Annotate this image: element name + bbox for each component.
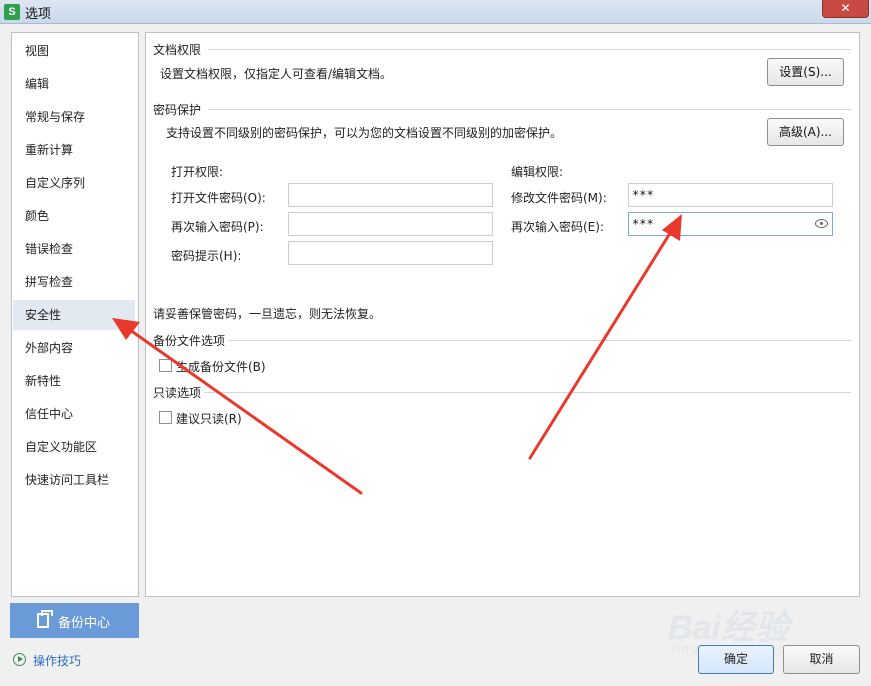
- close-button[interactable]: ✕: [822, 0, 869, 18]
- password-hint-label: 密码提示(H):: [171, 249, 242, 263]
- edit-reenter-input[interactable]: ***: [628, 212, 833, 236]
- modify-password-label: 修改文件密码(M):: [511, 191, 607, 205]
- security-panel: 文档权限 设置文档权限，仅指定人可查看/编辑文档。 设置(S)... 密码保护 …: [145, 32, 860, 597]
- nav-item-edit[interactable]: 编辑: [13, 69, 135, 99]
- edit-reenter-label: 再次输入密码(E):: [511, 220, 604, 234]
- open-password-input[interactable]: [288, 183, 493, 207]
- password-protection-title: 密码保护: [153, 103, 202, 117]
- password-warning: 请妥善保管密码，一旦遗忘，则无法恢复。: [153, 307, 382, 321]
- backup-icon: [37, 610, 53, 628]
- app-icon: S: [4, 4, 20, 20]
- backup-options-title: 备份文件选项: [153, 334, 226, 348]
- divider: [208, 109, 851, 110]
- window-title: 选项: [25, 7, 52, 22]
- readonly-label[interactable]: 建议只读(R): [176, 410, 242, 427]
- nav-item-custom-lists[interactable]: 自定义序列: [13, 168, 135, 198]
- divider: [204, 392, 851, 393]
- divider: [208, 49, 851, 50]
- nav-item-spell-check[interactable]: 拼写检查: [13, 267, 135, 297]
- eye-icon[interactable]: [815, 219, 828, 228]
- doc-permission-settings-button[interactable]: 设置(S)...: [767, 58, 844, 86]
- doc-permission-title: 文档权限: [153, 43, 202, 57]
- nav-item-general-save[interactable]: 常规与保存: [13, 102, 135, 132]
- backup-center-button[interactable]: 备份中心: [10, 603, 139, 638]
- cancel-button[interactable]: 取消: [783, 645, 860, 674]
- password-hint-input[interactable]: [288, 241, 493, 265]
- nav-item-error-check[interactable]: 错误检查: [13, 234, 135, 264]
- nav-item-recalculate[interactable]: 重新计算: [13, 135, 135, 165]
- ok-button[interactable]: 确定: [698, 645, 774, 674]
- backup-file-checkbox[interactable]: [159, 359, 172, 372]
- watermark-text: Bai经验: [668, 609, 789, 647]
- password-protection-description: 支持设置不同级别的密码保护，可以为您的文档设置不同级别的加密保护。: [166, 126, 563, 140]
- backup-center-label: 备份中心: [58, 616, 111, 631]
- play-circle-icon: [13, 653, 26, 666]
- open-reenter-label: 再次输入密码(P):: [171, 220, 264, 234]
- nav-item-trust-center[interactable]: 信任中心: [13, 399, 135, 429]
- title-bar: S 选项 ✕: [0, 0, 871, 24]
- readonly-options-title: 只读选项: [153, 386, 202, 400]
- doc-permission-description: 设置文档权限，仅指定人可查看/编辑文档。: [160, 67, 393, 81]
- nav-item-quick-access-toolbar[interactable]: 快速访问工具栏: [13, 465, 135, 495]
- edit-reenter-value: ***: [632, 217, 654, 231]
- backup-file-label[interactable]: 生成备份文件(B): [176, 358, 266, 375]
- nav-item-new-features[interactable]: 新特性: [13, 366, 135, 396]
- readonly-checkbox[interactable]: [159, 411, 172, 424]
- options-nav: 视图 编辑 常规与保存 重新计算 自定义序列 颜色 错误检查 拼写检查 安全性 …: [11, 32, 139, 597]
- open-password-label: 打开文件密码(O):: [171, 191, 266, 205]
- nav-item-color[interactable]: 颜色: [13, 201, 135, 231]
- modify-password-input[interactable]: ***: [628, 183, 833, 207]
- nav-item-view[interactable]: 视图: [13, 36, 135, 66]
- advanced-button[interactable]: 高级(A)...: [767, 118, 844, 146]
- nav-item-external-content[interactable]: 外部内容: [13, 333, 135, 363]
- nav-item-security[interactable]: 安全性: [13, 300, 135, 330]
- divider: [228, 340, 851, 341]
- open-reenter-input[interactable]: [288, 212, 493, 236]
- open-permission-heading: 打开权限:: [171, 165, 224, 179]
- edit-permission-heading: 编辑权限:: [511, 165, 564, 179]
- close-icon: ✕: [840, 1, 851, 15]
- tips-label: 操作技巧: [33, 654, 82, 668]
- nav-item-customize-ribbon[interactable]: 自定义功能区: [13, 432, 135, 462]
